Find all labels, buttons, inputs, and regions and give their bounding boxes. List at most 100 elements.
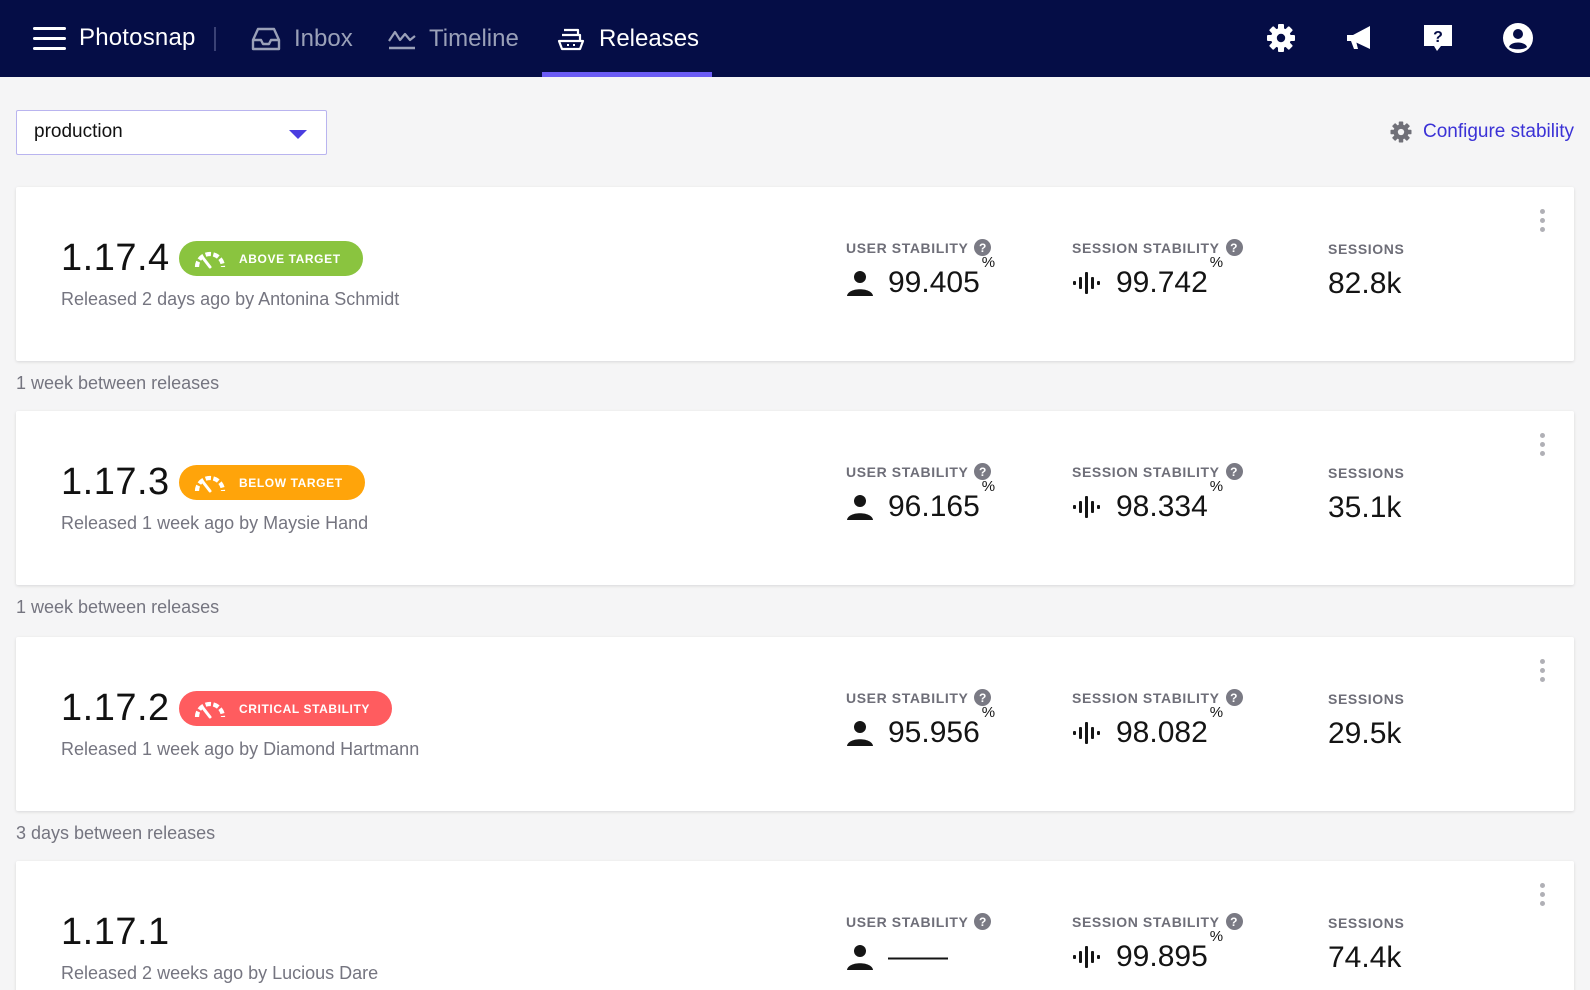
sessions-value: 29.5k xyxy=(1328,717,1402,750)
top-navigation-bar: Photosnap Inbox Timeline Releases ? xyxy=(0,0,1590,77)
user-stability-label: USER STABILITY xyxy=(846,913,969,930)
percent-sign: % xyxy=(981,254,996,271)
percent-sign: % xyxy=(981,478,996,495)
session-stability-label: SESSION STABILITY xyxy=(1072,913,1220,930)
sessions-value: 74.4k xyxy=(1328,941,1402,974)
percent-sign: % xyxy=(1209,478,1224,495)
user-stability-stat: USER STABILITY? 96.165% xyxy=(846,463,995,524)
help-circle-icon[interactable]: ? xyxy=(974,913,992,930)
session-stability-stat: SESSION STABILITY? 98.082% xyxy=(1072,689,1243,750)
session-stability-value: 98.334 xyxy=(1116,490,1208,523)
more-options-icon[interactable] xyxy=(1538,659,1546,685)
user-icon[interactable] xyxy=(1502,22,1534,54)
release-card-1.17.2[interactable]: 1.17.2 CRITICAL STABILITY Released 1 wee… xyxy=(16,637,1574,811)
gauge-icon xyxy=(194,475,226,492)
sessions-stat: SESSIONS 35.1k xyxy=(1328,465,1404,525)
release-card-1.17.3[interactable]: 1.17.3 BELOW TARGET Released 1 week ago … xyxy=(16,411,1574,585)
status-badge-label: CRITICAL STABILITY xyxy=(239,701,371,716)
user-stability-value: —— xyxy=(888,940,948,973)
session-wave-icon xyxy=(1073,272,1100,294)
sessions-label: SESSIONS xyxy=(1328,915,1405,931)
release-interval-text: 3 days between releases xyxy=(16,823,216,843)
release-meta: Released 1 week ago by Diamond Hartmann xyxy=(61,739,420,759)
more-options-icon[interactable] xyxy=(1538,883,1546,909)
environment-select[interactable]: production xyxy=(16,110,327,155)
stability-status-badge: ABOVE TARGET xyxy=(179,241,363,276)
session-stability-label: SESSION STABILITY xyxy=(1072,463,1220,480)
person-icon xyxy=(847,495,873,520)
gauge-icon xyxy=(194,701,226,718)
release-meta: Released 2 days ago by Antonina Schmidt xyxy=(61,289,400,309)
release-version: 1.17.3 xyxy=(61,461,170,503)
environment-value: production xyxy=(34,121,123,142)
release-card-1.17.1[interactable]: 1.17.1 Released 2 weeks ago by Lucious D… xyxy=(16,861,1574,990)
tab-releases-label: Releases xyxy=(599,24,700,52)
session-stability-label: SESSION STABILITY xyxy=(1072,239,1220,256)
person-icon xyxy=(847,271,873,296)
user-stability-stat: USER STABILITY? 95.956% xyxy=(846,689,995,750)
sessions-label: SESSIONS xyxy=(1328,241,1405,257)
tab-timeline[interactable]: Timeline xyxy=(387,0,519,77)
release-version: 1.17.4 xyxy=(61,237,170,279)
brand-name[interactable]: Photosnap xyxy=(79,22,196,54)
more-options-icon[interactable] xyxy=(1538,209,1546,235)
help-circle-icon[interactable]: ? xyxy=(1225,689,1243,706)
help-circle-icon[interactable]: ? xyxy=(1225,913,1243,930)
stability-status-badge: BELOW TARGET xyxy=(179,465,365,500)
person-icon xyxy=(847,945,873,970)
sessions-stat: SESSIONS 82.8k xyxy=(1328,241,1404,301)
megaphone-icon[interactable] xyxy=(1344,22,1376,54)
session-stability-stat: SESSION STABILITY? 99.742% xyxy=(1072,239,1243,300)
release-meta: Released 2 weeks ago by Lucious Dare xyxy=(61,963,379,983)
configure-stability-label: Configure stability xyxy=(1422,121,1574,142)
percent-sign: % xyxy=(1209,704,1224,721)
inbox-icon xyxy=(251,27,281,50)
percent-sign: % xyxy=(981,704,996,721)
sessions-stat: SESSIONS 29.5k xyxy=(1328,691,1404,751)
tab-releases[interactable]: Releases xyxy=(555,0,699,77)
gauge-icon xyxy=(194,251,226,268)
status-badge-label: ABOVE TARGET xyxy=(239,251,341,266)
active-tab-indicator xyxy=(542,72,712,77)
user-stability-value: 95.956 xyxy=(888,716,980,749)
help-circle-icon[interactable]: ? xyxy=(1225,239,1243,256)
percent-sign: % xyxy=(1209,928,1224,945)
menu-icon[interactable] xyxy=(33,26,66,52)
sessions-label: SESSIONS xyxy=(1328,691,1405,707)
user-stability-label: USER STABILITY xyxy=(846,463,969,480)
configure-stability-link[interactable]: Configure stability xyxy=(1389,120,1574,144)
percent-sign: % xyxy=(1209,254,1224,271)
session-stability-stat: SESSION STABILITY? 99.895% xyxy=(1072,913,1243,974)
brand-divider xyxy=(214,27,216,51)
user-stability-stat: USER STABILITY? —— xyxy=(846,913,992,974)
person-icon xyxy=(847,721,873,746)
session-stability-value: 99.742 xyxy=(1116,266,1208,299)
release-interval-text: 1 week between releases xyxy=(16,373,220,393)
user-stability-value: 96.165 xyxy=(888,490,980,523)
help-circle-icon[interactable]: ? xyxy=(1225,463,1243,480)
help-icon[interactable]: ? xyxy=(1422,22,1454,54)
session-wave-icon xyxy=(1073,496,1100,518)
more-options-icon[interactable] xyxy=(1538,433,1546,459)
release-card-1.17.4[interactable]: 1.17.4 ABOVE TARGET Released 2 days ago … xyxy=(16,187,1574,361)
session-stability-stat: SESSION STABILITY? 98.334% xyxy=(1072,463,1243,524)
chevron-down-icon xyxy=(289,130,307,139)
svg-text:?: ? xyxy=(1433,29,1443,46)
timeline-icon xyxy=(388,30,416,49)
user-stability-label: USER STABILITY xyxy=(846,239,969,256)
release-interval-text: 1 week between releases xyxy=(16,597,220,617)
session-stability-value: 98.082 xyxy=(1116,716,1208,749)
settings-icon[interactable] xyxy=(1265,22,1297,54)
stability-status-badge: CRITICAL STABILITY xyxy=(179,691,393,726)
session-stability-label: SESSION STABILITY xyxy=(1072,689,1220,706)
session-stability-value: 99.895 xyxy=(1116,940,1208,973)
user-stability-label: USER STABILITY xyxy=(846,689,969,706)
release-version: 1.17.1 xyxy=(61,911,170,953)
user-stability-stat: USER STABILITY? 99.405% xyxy=(846,239,995,300)
tab-timeline-label: Timeline xyxy=(429,24,519,52)
gear-icon xyxy=(1390,121,1412,143)
releases-icon xyxy=(557,28,585,50)
tab-inbox-label: Inbox xyxy=(294,24,353,52)
session-wave-icon xyxy=(1073,946,1100,968)
tab-inbox[interactable]: Inbox xyxy=(250,0,353,77)
